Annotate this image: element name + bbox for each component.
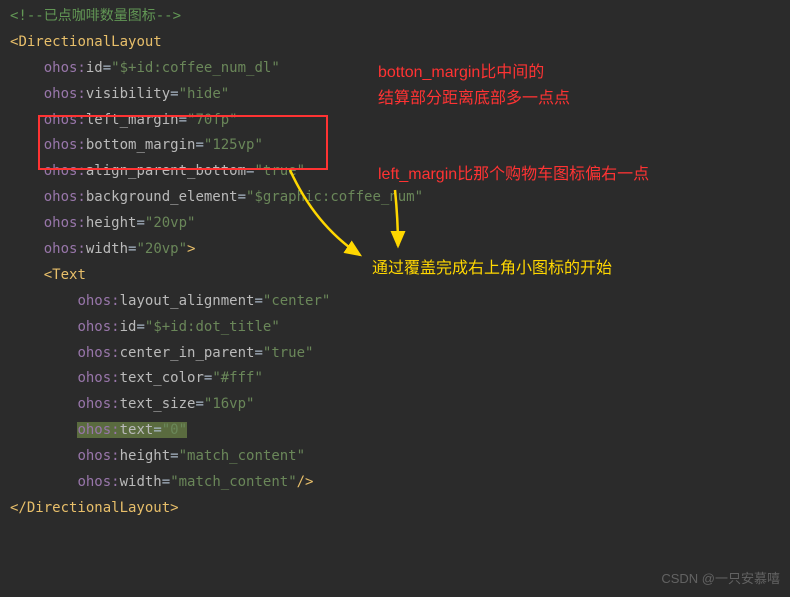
- code-line: ohos:text_size="16vp": [10, 392, 780, 418]
- attr-name: visibility: [86, 86, 170, 102]
- attr-ns: ohos:: [44, 215, 86, 231]
- code-line: <DirectionalLayout: [10, 30, 780, 56]
- attr-value: "match_content": [170, 474, 296, 490]
- attr-name: left_margin: [86, 112, 179, 128]
- attr-ns: ohos:: [44, 112, 86, 128]
- attr-ns: ohos:: [77, 474, 119, 490]
- code-line: </DirectionalLayout>: [10, 496, 780, 522]
- attr-ns: ohos:: [44, 60, 86, 76]
- code-line: ohos:id="$+id:dot_title": [10, 315, 780, 341]
- annotation-yellow: 通过覆盖完成右上角小图标的开始: [372, 254, 612, 284]
- attr-ns: ohos:: [44, 189, 86, 205]
- attr-ns: ohos:: [77, 422, 119, 438]
- code-line: ohos:width="match_content"/>: [10, 470, 780, 496]
- attr-ns: ohos:: [77, 345, 119, 361]
- attr-value: "16vp": [204, 396, 255, 412]
- attr-value: "20vp": [136, 241, 187, 257]
- attr-name: layout_alignment: [120, 293, 255, 309]
- attr-name: text_color: [120, 370, 204, 386]
- attr-ns: ohos:: [44, 163, 86, 179]
- attr-value: "70fp": [187, 112, 238, 128]
- attr-name: text_size: [120, 396, 196, 412]
- annotation-red-1b: 结算部分距离底部多一点点: [378, 84, 570, 114]
- attr-ns: ohos:: [44, 137, 86, 153]
- annotation-red-2: left_margin比那个购物车图标偏右一点: [378, 160, 649, 190]
- attr-value: "true": [263, 345, 314, 361]
- attr-ns: ohos:: [77, 396, 119, 412]
- attr-name: height: [120, 448, 171, 464]
- code-line: ohos:bottom_margin="125vp": [10, 133, 780, 159]
- code-line: ohos:center_in_parent="true": [10, 341, 780, 367]
- attr-value: "20vp": [145, 215, 196, 231]
- attr-value: "match_content": [179, 448, 305, 464]
- tag-bracket: >: [187, 241, 195, 257]
- attr-value: "$graphic:coffee_num": [246, 189, 423, 205]
- attr-ns: ohos:: [77, 319, 119, 335]
- attr-value: "125vp": [204, 137, 263, 153]
- tag-bracket: />: [297, 474, 314, 490]
- tag-bracket: <: [44, 267, 52, 283]
- tag-name: Text: [52, 267, 86, 283]
- attr-value: "true": [254, 163, 305, 179]
- code-line: ohos:height="match_content": [10, 444, 780, 470]
- attr-name: id: [120, 319, 137, 335]
- attr-ns: ohos:: [44, 86, 86, 102]
- tag-name: DirectionalLayout: [18, 34, 161, 50]
- attr-name: align_parent_bottom: [86, 163, 246, 179]
- attr-name: height: [86, 215, 137, 231]
- attr-value: "0": [162, 422, 187, 438]
- attr-name: bottom_margin: [86, 137, 196, 153]
- watermark: CSDN @一只安慕嘻: [661, 567, 780, 591]
- attr-ns: ohos:: [77, 448, 119, 464]
- code-line: ohos:layout_alignment="center": [10, 289, 780, 315]
- code-line: ohos:height="20vp": [10, 211, 780, 237]
- attr-value: "$+id:coffee_num_dl": [111, 60, 280, 76]
- attr-value: "$+id:dot_title": [145, 319, 280, 335]
- attr-name: width: [86, 241, 128, 257]
- xml-comment: <!--已点咖啡数量图标-->: [10, 8, 181, 24]
- code-line: ohos:text_color="#fff": [10, 366, 780, 392]
- attr-value: "#fff": [212, 370, 263, 386]
- attr-name: width: [120, 474, 162, 490]
- code-line: ohos:text="0": [10, 418, 780, 444]
- attr-ns: ohos:: [77, 293, 119, 309]
- attr-ns: ohos:: [77, 370, 119, 386]
- attr-ns: ohos:: [44, 241, 86, 257]
- tag-bracket: >: [170, 500, 178, 516]
- attr-name: id: [86, 60, 103, 76]
- attr-name: background_element: [86, 189, 238, 205]
- tag-bracket: </: [10, 500, 27, 516]
- attr-name: text: [120, 422, 154, 438]
- attr-value: "center": [263, 293, 330, 309]
- tag-name: DirectionalLayout: [27, 500, 170, 516]
- attr-name: center_in_parent: [120, 345, 255, 361]
- code-line: <!--已点咖啡数量图标-->: [10, 4, 780, 30]
- attr-value: "hide": [179, 86, 230, 102]
